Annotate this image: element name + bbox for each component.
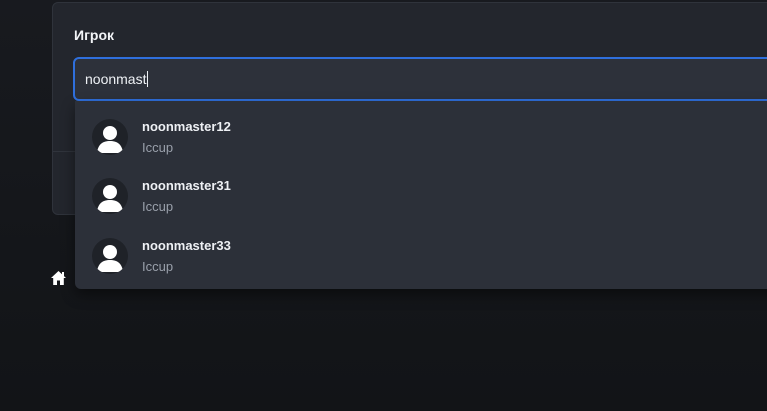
user-avatar-icon	[92, 118, 128, 155]
suggestion-item[interactable]: noonmaster33 Iccup	[75, 226, 767, 286]
player-suggestions-dropdown: noonmaster12 Iccup noonmaster31 Iccup no…	[75, 101, 767, 289]
user-avatar-icon	[92, 178, 128, 215]
suggestion-source: Iccup	[142, 139, 174, 155]
suggestion-source: Iccup	[142, 199, 174, 215]
suggestion-item[interactable]: noonmaster31 Iccup	[75, 167, 767, 227]
suggestion-name: noonmaster33	[142, 237, 231, 253]
suggestion-name: noonmaster12	[142, 118, 231, 134]
user-avatar-icon	[92, 237, 128, 274]
player-search-input[interactable]: noonmast	[73, 57, 767, 101]
suggestion-source: Iccup	[142, 258, 174, 274]
player-field-label: Игрок	[74, 27, 115, 43]
suggestion-name: noonmaster31	[142, 178, 231, 194]
player-search-value: noonmast	[85, 71, 147, 87]
home-icon[interactable]	[50, 270, 67, 286]
text-caret	[147, 71, 149, 87]
suggestion-item[interactable]: noonmaster12 Iccup	[75, 107, 767, 167]
